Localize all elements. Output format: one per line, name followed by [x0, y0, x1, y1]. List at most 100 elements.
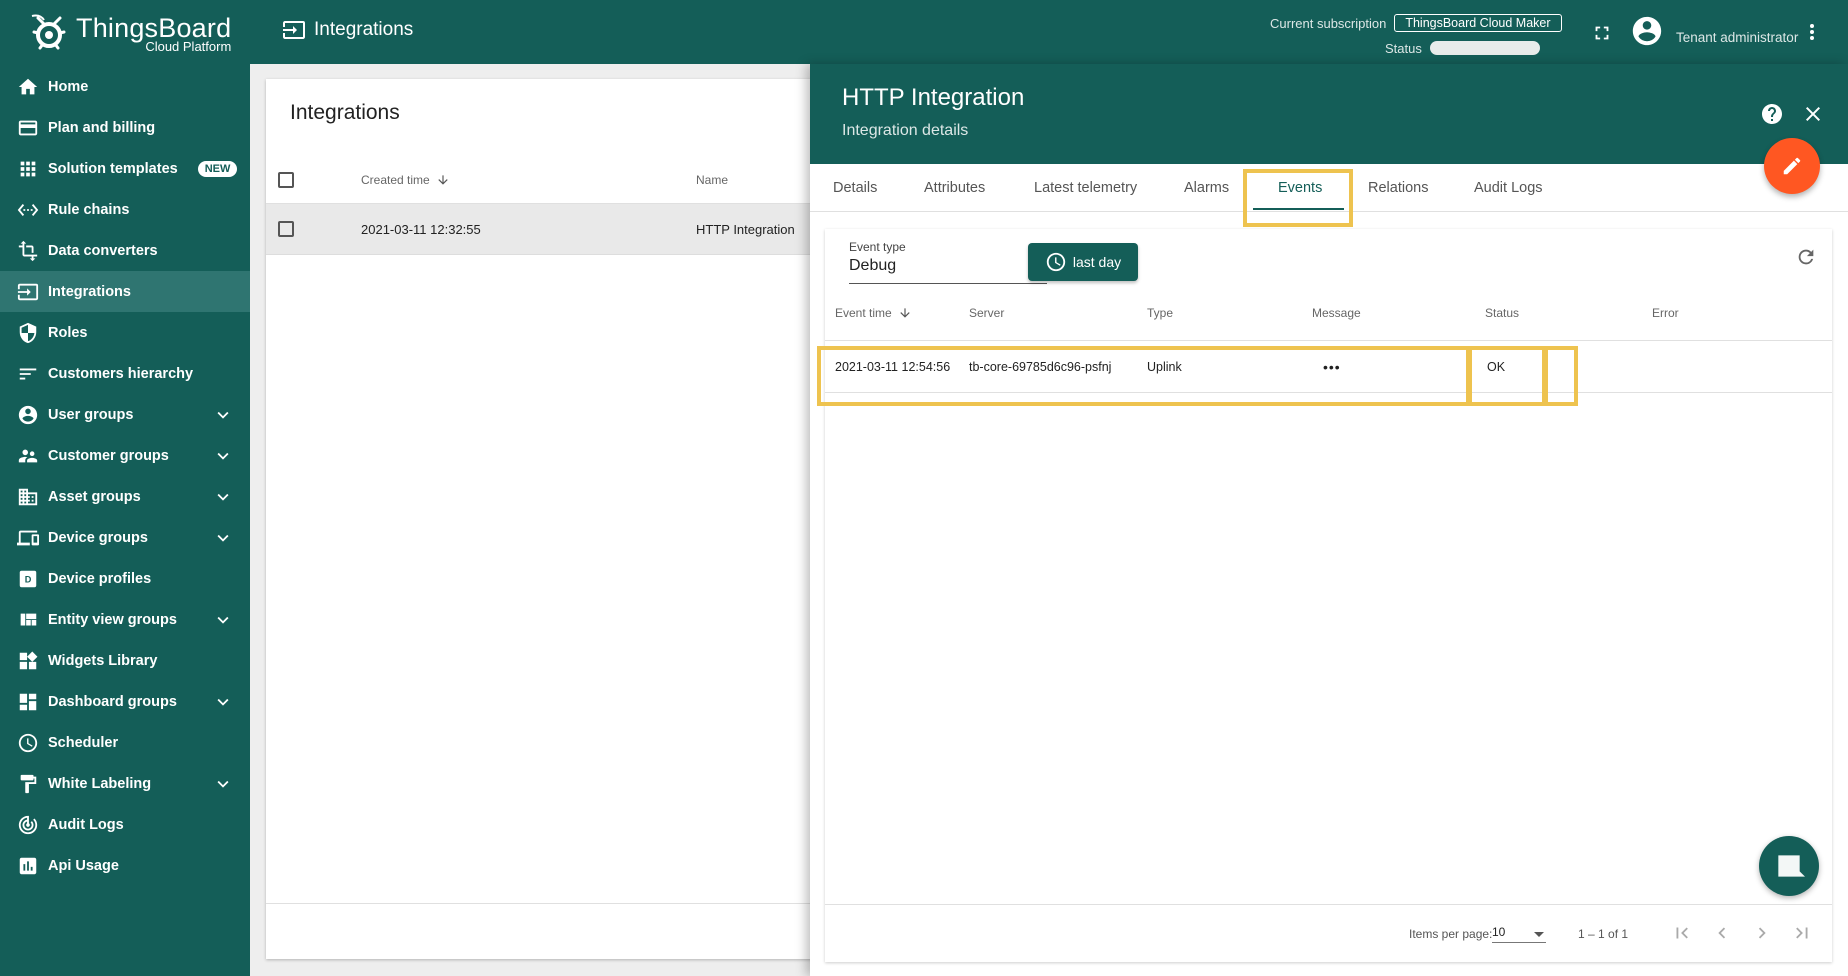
- chat-button[interactable]: [1759, 836, 1819, 896]
- domain-icon: [16, 485, 40, 509]
- column-event-time[interactable]: Event time: [835, 285, 912, 340]
- sidebar-item-audit-logs[interactable]: Audit Logs: [0, 804, 250, 845]
- tab-relations[interactable]: Relations: [1368, 164, 1428, 212]
- integrations-list-card: Integrations Created time Name 2021-03-1…: [266, 79, 826, 959]
- sidebar-item-label: Widgets Library: [48, 652, 158, 669]
- column-created-time[interactable]: Created time: [361, 173, 450, 187]
- track-changes-icon: [16, 813, 40, 837]
- row-checkbox[interactable]: [278, 221, 294, 237]
- event-time: 2021-03-11 12:54:56: [835, 359, 951, 374]
- sidebar-item-label: Rule chains: [48, 201, 130, 218]
- account-circle-icon: [1632, 16, 1662, 46]
- select-all-checkbox[interactable]: [278, 172, 294, 188]
- security-icon: [16, 321, 40, 345]
- last-page-icon[interactable]: [1791, 922, 1813, 947]
- tab-audit-logs[interactable]: Audit Logs: [1474, 164, 1543, 212]
- chevron-down-icon[interactable]: [212, 773, 234, 800]
- page-heading: Integrations: [282, 18, 413, 42]
- sidebar-item-integrations[interactable]: Integrations: [0, 271, 250, 312]
- sidebar-item-scheduler[interactable]: Scheduler: [0, 722, 250, 763]
- tab-alarms[interactable]: Alarms: [1184, 164, 1229, 212]
- column-name[interactable]: Name: [696, 173, 728, 187]
- subscription-plan-chip[interactable]: ThingsBoard Cloud Maker: [1394, 14, 1562, 32]
- sidebar-item-data-converters[interactable]: Data converters: [0, 230, 250, 271]
- table-row[interactable]: 2021-03-11 12:54:56 tb-core-69785d6c96-p…: [825, 341, 1832, 393]
- sidebar-item-label: User groups: [48, 406, 134, 423]
- tab-details[interactable]: Details: [833, 164, 877, 212]
- new-badge: NEW: [197, 160, 238, 177]
- sidebar-item-widgets-library[interactable]: Widgets Library: [0, 640, 250, 681]
- sidebar-item-home[interactable]: Home: [0, 66, 250, 107]
- sidebar-item-label: Customer groups: [48, 447, 169, 464]
- first-page-icon[interactable]: [1671, 922, 1693, 947]
- event-type-select[interactable]: Debug: [849, 257, 1047, 284]
- time-window-button[interactable]: last day: [1028, 243, 1138, 281]
- sidebar-item-roles[interactable]: Roles: [0, 312, 250, 353]
- row-created-time: 2021-03-11 12:32:55: [361, 222, 481, 237]
- chevron-down-icon[interactable]: [212, 609, 234, 636]
- chevron-down-icon[interactable]: [212, 527, 234, 554]
- tab-latest-telemetry[interactable]: Latest telemetry: [1034, 164, 1137, 212]
- thingsboard-logo-icon: [28, 12, 70, 54]
- sidebar-item-label: White Labeling: [48, 775, 152, 792]
- input-icon: [16, 280, 40, 304]
- more-vert-icon[interactable]: [1800, 20, 1824, 49]
- event-server: tb-core-69785d6c96-psfnj: [969, 359, 1112, 374]
- column-status: Status: [1485, 305, 1520, 320]
- close-icon[interactable]: [1801, 102, 1825, 131]
- sidebar-item-device-groups[interactable]: Device groups: [0, 517, 250, 558]
- tab-events[interactable]: Events: [1278, 164, 1322, 212]
- sidebar-item-white-labeling[interactable]: White Labeling: [0, 763, 250, 804]
- next-page-icon[interactable]: [1751, 922, 1773, 947]
- sidebar-item-device-profiles[interactable]: D Device profiles: [0, 558, 250, 599]
- sidebar-item-label: Integrations: [48, 283, 131, 300]
- column-type: Type: [1147, 305, 1174, 320]
- page-heading-label: Integrations: [314, 19, 414, 40]
- sort-icon: [16, 362, 40, 386]
- devices-icon: [16, 526, 40, 550]
- table-row[interactable]: 2021-03-11 12:32:55 HTTP Integration: [266, 204, 826, 255]
- sidebar-item-label: Scheduler: [48, 734, 119, 751]
- paginator: Items per page: 10 1 – 1 of 1: [825, 904, 1832, 962]
- chevron-down-icon[interactable]: [212, 691, 234, 718]
- dashboards-icon: [16, 690, 40, 714]
- apps-icon: [16, 157, 40, 181]
- status-progress-bar: [1429, 41, 1540, 55]
- events-table-card: Event type Debug last day Event time Ser…: [825, 229, 1832, 962]
- sidebar-item-customer-groups[interactable]: Customer groups: [0, 435, 250, 476]
- sidebar-item-rule-chains[interactable]: Rule chains: [0, 189, 250, 230]
- chevron-down-icon[interactable]: [212, 445, 234, 472]
- sidebar-item-label: Roles: [48, 324, 88, 341]
- sidebar-item-dashboard-groups[interactable]: Dashboard groups: [0, 681, 250, 722]
- schedule-icon: [16, 731, 40, 755]
- sidebar-item-user-groups[interactable]: User groups: [0, 394, 250, 435]
- divider: [266, 903, 826, 904]
- sidebar-item-api-usage[interactable]: Api Usage: [0, 845, 250, 886]
- sidebar-item-solution-templates[interactable]: Solution templates NEW: [0, 148, 250, 189]
- sidebar-item-customers-hierarchy[interactable]: Customers hierarchy: [0, 353, 250, 394]
- sidebar-item-label: Solution templates: [48, 160, 178, 177]
- sidebar-item-label: Home: [48, 78, 89, 95]
- logo[interactable]: ThingsBoard Cloud Platform: [28, 10, 231, 56]
- items-per-page-select[interactable]: 10: [1492, 925, 1546, 943]
- format-paint-icon: [16, 772, 40, 796]
- event-message-more-button[interactable]: •••: [1323, 341, 1341, 392]
- help-icon[interactable]: [1760, 102, 1784, 131]
- event-type-label: Event type: [849, 240, 906, 254]
- items-per-page-label: Items per page:: [1409, 927, 1493, 941]
- user-menu[interactable]: Tenant administrator: [1630, 14, 1798, 48]
- fullscreen-icon[interactable]: [1591, 22, 1613, 49]
- chevron-down-icon[interactable]: [212, 486, 234, 513]
- sidebar-item-label: Plan and billing: [48, 119, 156, 136]
- previous-page-icon[interactable]: [1711, 922, 1733, 947]
- sidebar-item-plan-and-billing[interactable]: Plan and billing: [0, 107, 250, 148]
- panel-subtitle: Integration details: [842, 122, 969, 139]
- items-per-page-value: 10: [1492, 925, 1506, 939]
- tab-attributes[interactable]: Attributes: [924, 164, 985, 212]
- time-window-label: last day: [1072, 254, 1122, 270]
- chevron-down-icon[interactable]: [212, 404, 234, 431]
- sidebar-item-entity-view-groups[interactable]: Entity view groups: [0, 599, 250, 640]
- refresh-icon[interactable]: [1795, 246, 1817, 273]
- sidebar-item-asset-groups[interactable]: Asset groups: [0, 476, 250, 517]
- arrow-down-icon: [900, 307, 910, 318]
